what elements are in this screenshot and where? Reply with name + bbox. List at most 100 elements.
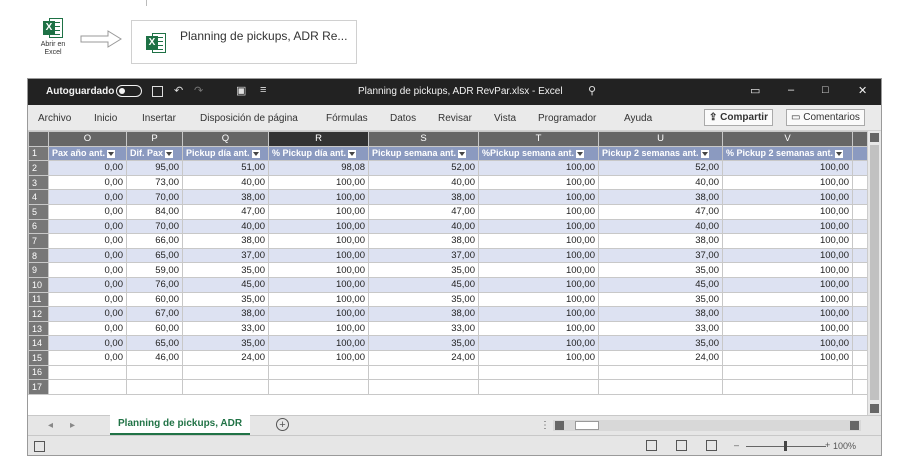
horizontal-scrollbar[interactable] [553, 420, 861, 431]
select-all-corner[interactable] [28, 131, 49, 147]
cell[interactable] [48, 379, 127, 395]
zoom-in-icon[interactable]: + [825, 440, 830, 450]
filter-dropdown-icon[interactable] [576, 150, 585, 159]
filter-dropdown-icon[interactable] [165, 150, 174, 159]
minimize-icon[interactable]: – [788, 84, 794, 96]
cell[interactable]: 35,00 [598, 262, 723, 278]
row-number[interactable]: 7 [28, 233, 49, 249]
cell[interactable]: 100,00 [722, 189, 853, 205]
cell[interactable]: 0,00 [48, 276, 127, 293]
cell[interactable]: 100,00 [478, 291, 599, 308]
cell[interactable] [478, 364, 599, 381]
cell[interactable]: 65,00 [126, 335, 183, 351]
column-header-p[interactable]: P [126, 131, 183, 147]
cell[interactable]: 100,00 [478, 218, 599, 235]
cell[interactable] [722, 379, 853, 395]
cell[interactable]: 60,00 [126, 320, 183, 337]
cell[interactable]: 24,00 [182, 349, 269, 366]
cell[interactable]: 38,00 [598, 306, 723, 322]
tab-formulas[interactable]: Fórmulas [326, 113, 368, 124]
row-number[interactable]: 5 [28, 203, 49, 220]
scroll-up-icon[interactable] [870, 133, 879, 142]
cell[interactable]: 37,00 [368, 247, 479, 264]
cell[interactable]: 37,00 [598, 247, 723, 264]
cell[interactable]: 100,00 [478, 306, 599, 322]
cell[interactable]: 100,00 [478, 189, 599, 205]
cell[interactable] [598, 364, 723, 381]
cell[interactable]: 100,00 [268, 218, 369, 235]
cell[interactable]: 100,00 [478, 174, 599, 191]
tab-inicio[interactable]: Inicio [94, 113, 117, 124]
cell[interactable]: 60,00 [126, 291, 183, 308]
cell[interactable]: 100,00 [268, 276, 369, 293]
cell[interactable]: 100,00 [722, 320, 853, 337]
next-sheet-icon[interactable]: ▸ [70, 420, 75, 431]
cell[interactable]: 100,00 [722, 160, 853, 176]
cell[interactable]: 100,00 [722, 276, 853, 293]
cell[interactable]: 40,00 [182, 174, 269, 191]
cell[interactable]: 100,00 [722, 174, 853, 191]
comments-button[interactable]: ▭ Comentarios [786, 109, 865, 126]
cell[interactable]: 40,00 [598, 174, 723, 191]
zoom-out-icon[interactable]: – [734, 440, 739, 450]
cell[interactable]: 100,00 [722, 233, 853, 249]
cell[interactable]: 45,00 [598, 276, 723, 293]
cell[interactable]: 100,00 [722, 291, 853, 308]
page-break-view-icon[interactable] [706, 440, 717, 451]
cell[interactable]: 100,00 [722, 349, 853, 366]
row-number[interactable]: 12 [28, 306, 49, 322]
cell[interactable]: 33,00 [598, 320, 723, 337]
cell[interactable]: 100,00 [268, 262, 369, 278]
cell[interactable]: 100,00 [268, 174, 369, 191]
cell[interactable]: 35,00 [182, 262, 269, 278]
cell[interactable]: 38,00 [598, 189, 723, 205]
macro-record-icon[interactable] [34, 441, 45, 452]
cell[interactable]: 100,00 [478, 349, 599, 366]
cell[interactable]: 70,00 [126, 218, 183, 235]
page-layout-view-icon[interactable] [676, 440, 687, 451]
cell[interactable]: 0,00 [48, 189, 127, 205]
sheet-tab[interactable]: Planning de pickups, ADR [110, 415, 251, 435]
filter-dropdown-icon[interactable] [107, 150, 116, 159]
clipboard-icon[interactable]: ▣ [236, 84, 246, 97]
filter-dropdown-icon[interactable] [458, 150, 467, 159]
cell[interactable]: 0,00 [48, 160, 127, 176]
tab-vista[interactable]: Vista [494, 113, 516, 124]
cell[interactable]: 100,00 [478, 233, 599, 249]
column-header-t[interactable]: T [478, 131, 599, 147]
filter-dropdown-icon[interactable] [251, 150, 260, 159]
tab-datos[interactable]: Datos [390, 113, 416, 124]
row-number[interactable]: 14 [28, 335, 49, 351]
normal-view-icon[interactable] [646, 440, 657, 451]
cell[interactable]: 38,00 [182, 306, 269, 322]
cell[interactable]: 51,00 [182, 160, 269, 176]
cell[interactable]: 100,00 [478, 276, 599, 293]
cell[interactable]: 35,00 [182, 291, 269, 308]
cell[interactable]: 0,00 [48, 218, 127, 235]
cell[interactable] [478, 379, 599, 395]
close-icon[interactable]: ✕ [858, 84, 867, 97]
scroll-down-icon[interactable] [870, 404, 879, 413]
add-sheet-icon[interactable]: + [276, 418, 289, 431]
ribbon-display-icon[interactable]: ▭ [750, 84, 760, 97]
cell[interactable]: 70,00 [126, 189, 183, 205]
maximize-icon[interactable]: □ [822, 84, 829, 96]
cell[interactable]: 47,00 [182, 203, 269, 220]
open-in-excel-button[interactable]: X Abrir en Excel [34, 18, 72, 64]
cell[interactable]: 38,00 [368, 189, 479, 205]
cell[interactable]: 0,00 [48, 349, 127, 366]
cell[interactable]: 100,00 [268, 335, 369, 351]
cell[interactable]: 0,00 [48, 306, 127, 322]
undo-icon[interactable]: ↶ [174, 84, 183, 97]
cell[interactable]: 24,00 [368, 349, 479, 366]
cell[interactable]: 40,00 [368, 218, 479, 235]
cell[interactable]: 100,00 [722, 306, 853, 322]
cell[interactable]: 33,00 [368, 320, 479, 337]
cell[interactable]: 100,00 [722, 262, 853, 278]
cell[interactable]: 100,00 [478, 335, 599, 351]
cell[interactable]: 35,00 [368, 291, 479, 308]
filter-dropdown-icon[interactable] [700, 150, 709, 159]
hscroll-thumb[interactable] [575, 421, 599, 430]
cell[interactable]: 100,00 [478, 320, 599, 337]
cell[interactable]: 35,00 [598, 291, 723, 308]
